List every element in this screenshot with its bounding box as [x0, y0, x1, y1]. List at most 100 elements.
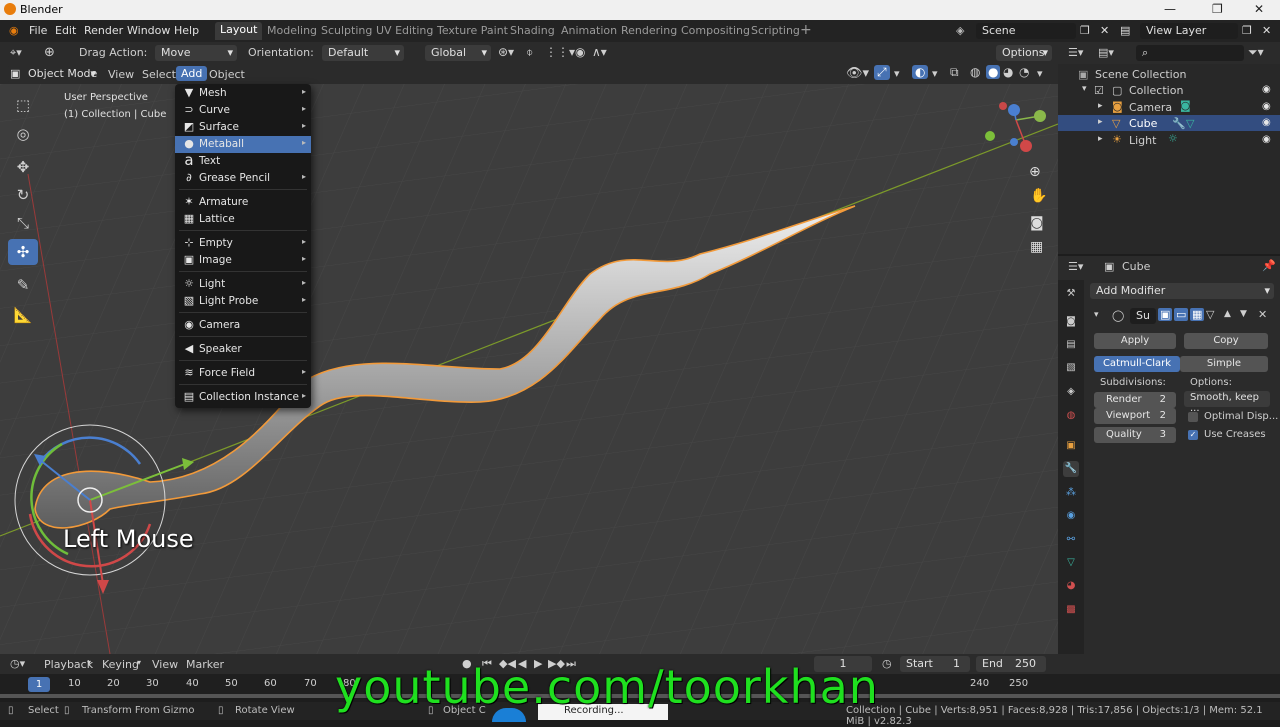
rotate-tool-icon[interactable]: ↻ [8, 182, 38, 208]
tab-shading[interactable]: Shading [510, 24, 555, 37]
scene-remove-icon[interactable]: ✕ [1100, 24, 1109, 37]
move-tool-icon[interactable]: ✥ [8, 154, 38, 180]
editor-type-icon[interactable]: ⌖▾ [10, 46, 22, 60]
viewport-menu-object[interactable]: Object [209, 68, 245, 81]
gizmo-toggle-icon[interactable]: ⤢ [874, 65, 890, 80]
visibility-eye-icon[interactable]: ◉ [1262, 101, 1271, 112]
tab-texture-paint[interactable]: Texture Paint [437, 24, 508, 37]
start-frame-field[interactable]: Start 1 [900, 656, 970, 672]
pivot-point-icon[interactable]: ⊛▾ [498, 45, 514, 59]
3d-viewport[interactable]: User Perspective (1) Collection | Cube ⊕… [0, 84, 1058, 654]
nav-gizmo-x[interactable] [1020, 140, 1032, 152]
keying-dropdown[interactable]: Keying [102, 658, 139, 671]
simple-button[interactable]: Simple [1180, 356, 1268, 372]
world-tab-icon[interactable]: ◍ [1063, 408, 1079, 424]
zoom-icon[interactable]: ⊕ [1029, 164, 1041, 180]
add-menu-item-force-field[interactable]: ≋ Force Field ▸ [175, 365, 311, 382]
view-layer-copy-icon[interactable]: ❐ [1242, 24, 1252, 37]
tab-uv-editing[interactable]: UV Editing [376, 24, 433, 37]
tab-rendering[interactable]: Rendering [621, 24, 677, 37]
visibility-eye-icon[interactable]: ◉ [1262, 134, 1271, 145]
menu-help[interactable]: Help [174, 24, 199, 37]
visibility-eye-icon[interactable]: ◉ [1262, 84, 1271, 95]
add-menu-item-surface[interactable]: ◩ Surface ▸ [175, 119, 311, 136]
data-tab-icon[interactable]: ▽ [1063, 555, 1079, 571]
viewport-menu-add[interactable]: Add [176, 66, 208, 81]
outliner-collection[interactable]: Collection [1129, 84, 1183, 97]
blender-menu-icon[interactable]: ◉ [9, 24, 19, 37]
tool-tab-icon[interactable]: ⚒ [1063, 286, 1079, 302]
texture-tab-icon[interactable]: ▩ [1063, 602, 1079, 618]
expand-arrow-icon[interactable]: ▸ [1098, 117, 1103, 127]
move-down-icon[interactable]: ▼ [1240, 309, 1247, 319]
orientation-dropdown[interactable]: Default ▾ [322, 45, 404, 61]
menu-render[interactable]: Render [84, 24, 123, 37]
wireframe-shading-icon[interactable]: ◍ [970, 65, 980, 79]
overlay-toggle-icon[interactable]: ◐ [912, 65, 929, 79]
add-menu-item-camera[interactable]: ◉ Camera [175, 317, 311, 334]
add-menu-item-collection-instance[interactable]: ▤ Collection Instance ▸ [175, 389, 311, 406]
close-icon[interactable]: ✕ [1254, 2, 1264, 16]
drag-action-dropdown[interactable]: Move ▾ [155, 45, 237, 61]
move-up-icon[interactable]: ▲ [1224, 309, 1231, 319]
outliner-scene-collection[interactable]: Scene Collection [1095, 68, 1186, 81]
end-frame-field[interactable]: End 250 [976, 656, 1046, 672]
add-menu-item-light-probe[interactable]: ▧ Light Probe ▸ [175, 293, 311, 310]
nav-gizmo-neg-y[interactable] [985, 131, 995, 141]
material-tab-icon[interactable]: ◕ [1063, 578, 1079, 594]
display-mode-icon[interactable]: ▤▾ [1098, 46, 1114, 59]
outliner-search-input[interactable]: ⌕ [1136, 45, 1244, 61]
checkbox-icon[interactable]: ☑ [1094, 84, 1104, 97]
nav-gizmo-z[interactable] [1008, 104, 1020, 116]
menu-file[interactable]: File [29, 24, 47, 37]
select-box-tool-icon[interactable]: ⬚ [8, 92, 38, 118]
use-creases-checkbox[interactable]: ✓ [1188, 430, 1198, 440]
solid-shading-icon[interactable]: ● [986, 65, 1001, 79]
expand-arrow-icon[interactable]: ▸ [1098, 134, 1103, 144]
output-tab-icon[interactable]: ▤ [1063, 337, 1079, 353]
scale-tool-icon[interactable]: ⤡ [8, 210, 38, 236]
hand-pan-icon[interactable]: ✋ [1030, 188, 1047, 204]
catmull-clark-button[interactable]: Catmull-Clark [1094, 356, 1180, 372]
camera-view-icon[interactable]: ◙ [1030, 215, 1044, 231]
tab-scripting[interactable]: Scripting [751, 24, 800, 37]
optimal-display-checkbox[interactable] [1188, 412, 1198, 422]
outliner-camera[interactable]: Camera [1129, 101, 1172, 114]
options-dropdown[interactable]: Options ▾ [996, 45, 1052, 61]
apply-button[interactable]: Apply [1094, 333, 1176, 349]
viewport-menu-select[interactable]: Select [142, 68, 176, 81]
measure-tool-icon[interactable]: 📐 [8, 302, 38, 328]
particles-tab-icon[interactable]: ⁂ [1063, 485, 1079, 501]
ortho-grid-icon[interactable]: ▦ [1030, 239, 1043, 255]
stopwatch-icon[interactable]: ◷ [882, 657, 892, 670]
playback-dropdown[interactable]: Playback [44, 658, 93, 671]
outliner-row-cube-selected[interactable] [1058, 115, 1280, 131]
nav-gizmo-neg-x[interactable] [999, 102, 1007, 110]
add-workspace-icon[interactable]: + [800, 22, 812, 38]
add-menu-item-text[interactable]: a Text [175, 151, 311, 170]
material-shading-icon[interactable]: ◕ [1003, 65, 1013, 79]
tab-layout[interactable]: Layout [215, 22, 263, 40]
transform-tool-icon[interactable]: ✣ [8, 239, 38, 265]
render-tab-icon[interactable]: ◙ [1063, 314, 1079, 330]
maximize-icon[interactable]: ❐ [1212, 2, 1223, 16]
rendered-shading-icon[interactable]: ◔ [1019, 65, 1029, 79]
minimize-icon[interactable]: — [1164, 2, 1176, 16]
render-toggle-icon[interactable]: ▦ [1190, 308, 1205, 321]
cage-toggle-icon[interactable]: ▽ [1206, 308, 1214, 321]
proportional-edit-icon[interactable]: ◉ [575, 45, 585, 59]
timeline-view-menu[interactable]: View [152, 658, 178, 671]
active-tool-icon[interactable]: ⊕ [44, 45, 55, 60]
visibility-icon[interactable]: 👁▾ [846, 66, 869, 81]
collapse-arrow-icon[interactable]: ▾ [1094, 310, 1099, 320]
visibility-eye-icon[interactable]: ◉ [1262, 117, 1271, 128]
remove-modifier-icon[interactable]: ✕ [1258, 308, 1267, 321]
physics-tab-icon[interactable]: ◉ [1063, 508, 1079, 524]
add-menu-item-armature[interactable]: ✶ Armature [175, 194, 311, 211]
view-layer-remove-icon[interactable]: ✕ [1262, 24, 1271, 37]
overlay-dropdown-icon[interactable]: ▾ [932, 67, 938, 80]
xray-icon[interactable]: ⧉ [950, 65, 959, 80]
add-menu-item-empty[interactable]: ⊹ Empty ▸ [175, 235, 311, 252]
outliner-cube[interactable]: Cube [1129, 117, 1157, 130]
marker-menu[interactable]: Marker [186, 658, 224, 671]
